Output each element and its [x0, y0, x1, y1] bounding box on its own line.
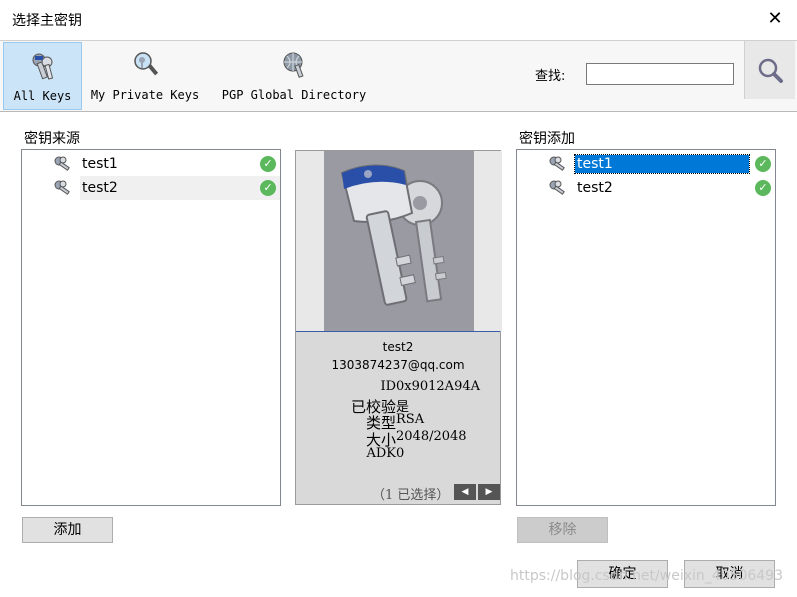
- key-preview-panel: test2 1303874237@qq.com ID 0x9012A94A 已校…: [295, 150, 502, 505]
- preview-key-name: test2: [382, 340, 414, 354]
- selection-count: （1 已选择）: [372, 488, 450, 503]
- valid-check-icon: ✓: [755, 180, 771, 196]
- photo-border-left: [296, 151, 324, 331]
- magnifier-icon: [758, 58, 783, 83]
- list-item[interactable]: test1 ✓: [22, 152, 280, 176]
- search-button[interactable]: [744, 41, 795, 99]
- keys-illustration-icon: [324, 151, 474, 331]
- key-icon: [549, 156, 565, 171]
- key-name: test2: [577, 180, 613, 196]
- key-icon: [54, 156, 70, 171]
- tool-label: All Keys: [13, 89, 72, 103]
- find-label: 查找:: [535, 69, 566, 84]
- find-input[interactable]: [586, 63, 734, 85]
- key-icon: [54, 180, 70, 195]
- field-key: ID: [380, 379, 396, 394]
- field-value: RSA: [396, 412, 425, 427]
- tool-my-private-keys[interactable]: My Private Keys: [86, 42, 204, 108]
- source-list[interactable]: test1 ✓ test2 ✓: [21, 149, 281, 506]
- remove-button[interactable]: 移除: [517, 517, 608, 543]
- valid-check-icon: ✓: [260, 156, 276, 172]
- private-keys-icon: [134, 52, 159, 76]
- title-bar: [0, 0, 797, 40]
- key-name: test1: [82, 156, 118, 172]
- global-directory-icon: [283, 52, 304, 78]
- key-icon: [549, 180, 565, 195]
- tool-label: PGP Global Directory: [221, 88, 367, 102]
- field-value: 0: [396, 446, 405, 461]
- photo-separator: [296, 331, 500, 332]
- valid-check-icon: ✓: [260, 180, 276, 196]
- source-label: 密钥来源: [24, 131, 80, 147]
- window-title: 选择主密钥: [12, 13, 82, 29]
- list-item[interactable]: test2 ✓: [517, 176, 775, 200]
- next-icon: ▶: [485, 487, 493, 497]
- field-key: ADK: [366, 446, 396, 461]
- watermark: https://blog.csdn.net/weixin_40506493: [510, 568, 784, 584]
- added-label: 密钥添加: [519, 131, 575, 147]
- list-item[interactable]: test2 ✓: [22, 176, 280, 200]
- key-name: test2: [82, 180, 118, 196]
- key-photo: [324, 151, 474, 331]
- list-item-selected[interactable]: test1 ✓: [517, 152, 775, 176]
- field-value: 2048/2048: [396, 429, 467, 444]
- valid-check-icon: ✓: [755, 156, 771, 172]
- added-list[interactable]: test1 ✓ test2 ✓: [516, 149, 776, 506]
- key-name: test1: [574, 154, 750, 174]
- next-button[interactable]: ▶: [478, 484, 500, 500]
- prev-button[interactable]: ◀: [454, 484, 476, 500]
- prev-icon: ◀: [461, 487, 469, 497]
- all-keys-icon: [32, 53, 53, 80]
- photo-border-right: [474, 151, 502, 331]
- field-value: 0x9012A94A: [396, 379, 481, 394]
- add-button[interactable]: 添加: [22, 517, 113, 543]
- preview-email: 1303874237@qq.com: [331, 358, 465, 372]
- close-icon: ✕: [767, 8, 783, 29]
- tool-pgp-global-directory[interactable]: PGP Global Directory: [214, 42, 374, 108]
- tool-label: My Private Keys: [90, 88, 200, 102]
- tool-all-keys[interactable]: All Keys: [3, 42, 82, 110]
- close-button[interactable]: ✕: [762, 6, 788, 32]
